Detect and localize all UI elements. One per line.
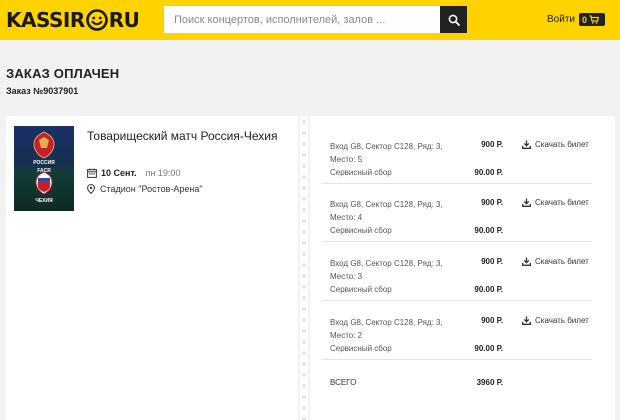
ticket-seat: Вход G8, Сектор C128, Ряд: 3, Место: 3 [330, 259, 443, 281]
download-ticket-button[interactable]: Скачать билет [522, 198, 589, 207]
event-date-text: 10 Сент. [101, 168, 137, 178]
event-venue-text: Стадион "Ростов-Арена" [100, 184, 203, 194]
site-header: KASSIR RU Войти 0 [0, 0, 620, 40]
logo-text-right: RU [108, 8, 140, 32]
download-icon [522, 198, 531, 207]
service-fee-label: Сервисный сбор [330, 226, 392, 235]
service-fee-price: 90.00 Р. [474, 168, 503, 177]
download-icon [522, 257, 531, 266]
location-pin-icon [87, 184, 95, 194]
service-fee-price: 90.00 Р. [474, 344, 503, 353]
cart-icon [589, 15, 600, 24]
event-date: 10 Сент. пн 19:00 [87, 168, 180, 178]
download-ticket-label: Скачать билет [535, 316, 589, 325]
event-venue: Стадион "Ростов-Арена" [87, 184, 203, 194]
poster-top-text: РОССИЯ [33, 160, 55, 166]
poster-mid-text: FACR [37, 168, 51, 174]
ticket-item: Вход G8, Сектор C128, Ряд: 3, Место: 2 9… [322, 302, 592, 360]
logo-text-left: KASSIR [6, 8, 85, 32]
download-ticket-button[interactable]: Скачать билет [522, 257, 589, 266]
event-poster: РОССИЯ FACR ЧЕХИЯ [14, 126, 74, 211]
ticket-perforation [298, 116, 310, 420]
calendar-icon [87, 168, 97, 178]
service-fee-label: Сервисный сбор [330, 285, 392, 294]
ticket-price: 900 Р. [481, 198, 503, 207]
download-icon [522, 316, 531, 325]
service-fee-price: 90.00 Р. [474, 226, 503, 235]
ticket-price: 900 Р. [481, 257, 503, 266]
search-button[interactable] [440, 6, 467, 33]
order-card: РОССИЯ FACR ЧЕХИЯ Товарищеский матч Росс… [6, 116, 615, 420]
cart-count: 0 [582, 14, 588, 25]
ticket-item: Вход G8, Сектор C128, Ряд: 3, Место: 3 9… [322, 243, 592, 301]
ticket-seat: Вход G8, Сектор C128, Ряд: 3, Место: 4 [330, 200, 443, 222]
smiley-icon [85, 9, 108, 31]
service-fee-label: Сервисный сбор [330, 344, 392, 353]
cart-button[interactable]: 0 [579, 13, 605, 26]
kassir-logo[interactable]: KASSIR RU [6, 6, 140, 34]
search-input[interactable] [164, 6, 440, 33]
order-total: ВСЕГО 3960 Р. [322, 374, 592, 394]
ticket-item: Вход G8, Сектор C128, Ряд: 3, Место: 4 9… [322, 184, 592, 242]
login-link[interactable]: Войти [547, 14, 575, 25]
ticket-seat: Вход G8, Сектор C128, Ряд: 3, Место: 2 [330, 318, 443, 340]
event-time: пн 19:00 [145, 168, 181, 178]
download-ticket-button[interactable]: Скачать билет [522, 316, 589, 325]
download-icon [522, 140, 531, 149]
page-title: ЗАКАЗ ОПЛАЧЕН [6, 66, 120, 81]
download-ticket-label: Скачать билет [535, 257, 589, 266]
service-fee-label: Сервисный сбор [330, 168, 392, 177]
service-fee-price: 90.00 Р. [474, 285, 503, 294]
ticket-price: 900 Р. [481, 316, 503, 325]
download-ticket-button[interactable]: Скачать билет [522, 140, 589, 149]
event-title[interactable]: Товарищеский матч Россия-Чехия [87, 129, 287, 144]
ticket-item: Вход G8, Сектор C128, Ряд: 3, Место: 5 9… [322, 126, 592, 184]
poster-bottom-text: ЧЕХИЯ [35, 198, 53, 204]
total-label: ВСЕГО [330, 378, 357, 387]
total-value: 3960 Р. [476, 378, 503, 387]
ticket-seat: Вход G8, Сектор C128, Ряд: 3, Место: 5 [330, 142, 443, 164]
download-ticket-label: Скачать билет [535, 198, 589, 207]
event-panel: РОССИЯ FACR ЧЕХИЯ Товарищеский матч Росс… [6, 116, 298, 420]
ticket-price: 900 Р. [481, 140, 503, 149]
search-icon [448, 14, 460, 26]
order-number: Заказ №9037901 [6, 86, 79, 96]
download-ticket-label: Скачать билет [535, 140, 589, 149]
